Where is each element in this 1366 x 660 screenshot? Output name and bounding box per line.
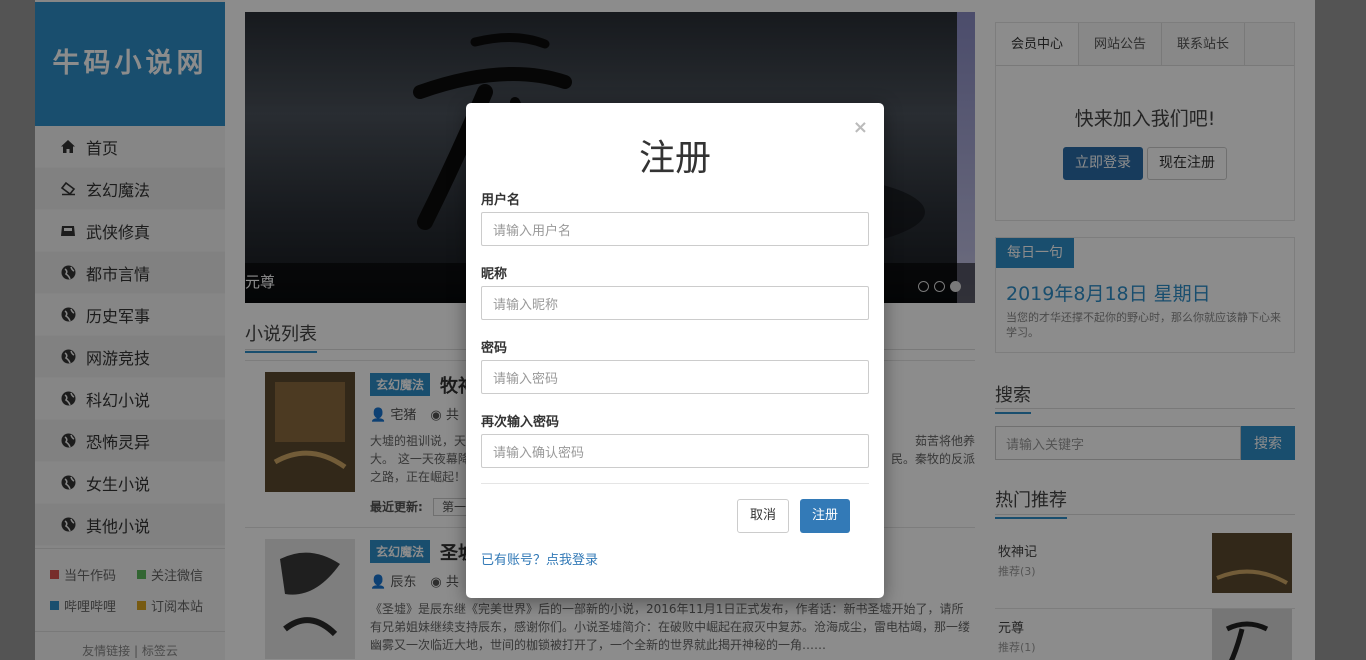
nickname-field[interactable]: 请输入昵称 (481, 286, 869, 320)
confirm-password-field[interactable]: 请输入确认密码 (481, 434, 869, 468)
register-modal: × 注册 用户名 请输入用户名 昵称 请输入昵称 密码 请输入密码 再次输入密码… (466, 103, 884, 598)
password-field[interactable]: 请输入密码 (481, 360, 869, 394)
password-label: 密码 (481, 341, 508, 356)
nickname-label: 昵称 (481, 267, 508, 282)
cancel-button[interactable]: 取消 (737, 499, 790, 533)
confirm-password-label: 再次输入密码 (481, 415, 560, 430)
login-link[interactable]: 已有账号？点我登录 (481, 549, 598, 568)
modal-title: 注册 (638, 138, 711, 179)
username-label: 用户名 (481, 193, 521, 208)
modal-divider (481, 483, 869, 484)
username-field[interactable]: 请输入用户名 (481, 212, 869, 246)
submit-register-button[interactable]: 注册 (800, 499, 851, 533)
